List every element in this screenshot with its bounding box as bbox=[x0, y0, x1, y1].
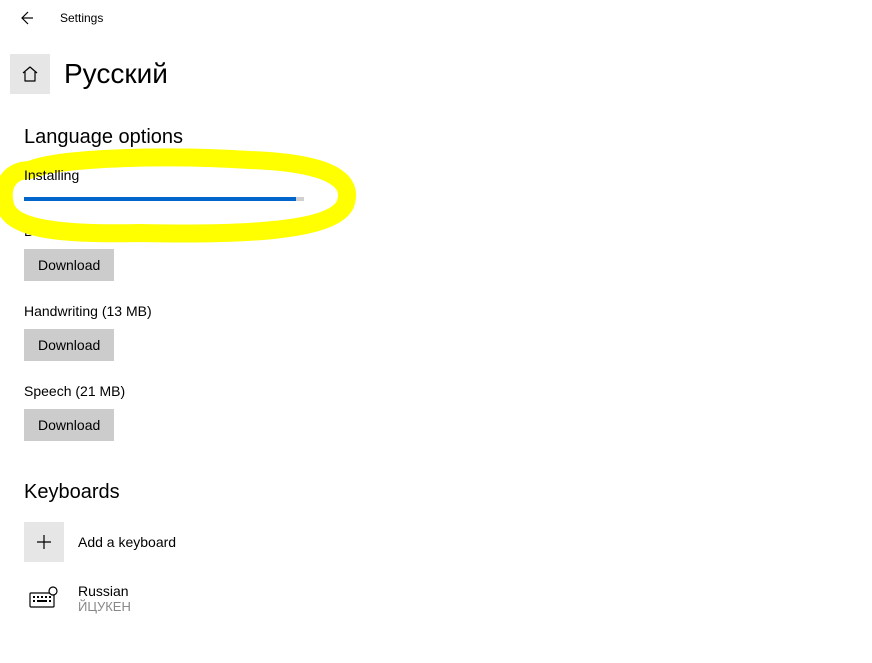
add-icon-box bbox=[24, 522, 64, 562]
install-status: Installing bbox=[24, 167, 848, 183]
keyboards-heading: Keyboards bbox=[24, 481, 848, 504]
home-button[interactable] bbox=[10, 54, 50, 94]
install-progress-fill bbox=[24, 197, 296, 201]
keyboard-name: Russian bbox=[78, 583, 131, 599]
install-progress-bar bbox=[24, 197, 304, 201]
language-options-heading: Language options bbox=[24, 126, 848, 149]
handwriting-download-button[interactable]: Download bbox=[24, 329, 114, 361]
plus-icon bbox=[35, 533, 53, 551]
speech-download-button[interactable]: Download bbox=[24, 409, 114, 441]
back-button[interactable] bbox=[16, 8, 36, 28]
keyboard-icon bbox=[29, 586, 59, 610]
speech-label: Speech (21 MB) bbox=[24, 383, 848, 399]
keyboard-item[interactable]: Russian ЙЦУКЕН bbox=[24, 578, 848, 618]
basic-typing-label: Basic typing (9 MB) bbox=[24, 223, 848, 239]
basic-typing-download-button[interactable]: Download bbox=[24, 249, 114, 281]
add-keyboard-button[interactable]: Add a keyboard bbox=[24, 522, 848, 562]
keyboard-layout: ЙЦУКЕН bbox=[78, 599, 131, 614]
handwriting-label: Handwriting (13 MB) bbox=[24, 303, 848, 319]
page-title: Русский bbox=[64, 58, 168, 90]
keyboard-icon-box bbox=[24, 578, 64, 618]
arrow-left-icon bbox=[18, 10, 34, 26]
home-icon bbox=[21, 65, 39, 83]
add-keyboard-label: Add a keyboard bbox=[78, 534, 176, 550]
window-title: Settings bbox=[60, 11, 103, 25]
